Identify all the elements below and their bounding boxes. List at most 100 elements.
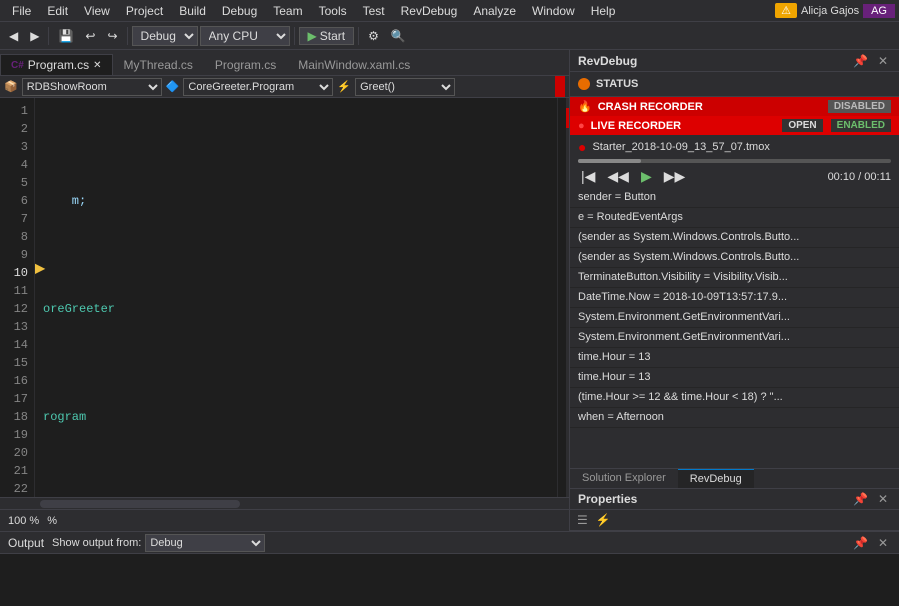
- menu-debug[interactable]: Debug: [214, 2, 265, 20]
- menu-view[interactable]: View: [76, 2, 118, 20]
- panel-actions: 📌 ✕: [850, 53, 891, 69]
- step-back-button[interactable]: ◀◀: [604, 167, 632, 186]
- code-area[interactable]: ▶ m; oreGreeter rogram otice, that varia…: [35, 98, 557, 497]
- properties-title: Properties: [578, 492, 637, 506]
- var-item-9: time.Hour = 13: [570, 368, 899, 388]
- user-avatar[interactable]: AG: [863, 4, 895, 18]
- ln-22: 22: [0, 480, 28, 497]
- tab-mythread-cs[interactable]: MyThread.cs: [113, 54, 204, 75]
- variables-list[interactable]: sender = Button e = RoutedEventArgs (sen…: [570, 188, 899, 468]
- editor-hscrollbar[interactable]: [0, 497, 569, 509]
- save-button[interactable]: 💾: [53, 26, 78, 46]
- class-icon: 📦: [4, 80, 18, 93]
- toolbar: ◀ ▶ 💾 ↩ ↪ Debug Any CPU ▶ Start ⚙ 🔍: [0, 22, 899, 50]
- play-button[interactable]: ▶: [638, 167, 655, 186]
- debug-config-dropdown[interactable]: Debug: [132, 26, 198, 46]
- sep3: [294, 27, 295, 45]
- recorder-file-row: ● Starter_2018-10-09_13_57_07.tmox: [570, 135, 899, 159]
- scroll-indicator: [555, 76, 565, 97]
- method-icon: ⚡: [337, 80, 351, 93]
- live-open-badge[interactable]: OPEN: [782, 119, 822, 132]
- ln-14: 14: [0, 336, 28, 354]
- output-show-from: Show output from: Debug: [52, 534, 265, 552]
- ln-2: 2: [0, 120, 28, 138]
- tab-program-cs-2[interactable]: Program.cs: [204, 54, 287, 75]
- menu-file[interactable]: File: [4, 2, 39, 20]
- menu-revdebug[interactable]: RevDebug: [393, 2, 466, 20]
- code-line-4: [43, 354, 557, 372]
- props-btn-1[interactable]: ☰: [574, 512, 591, 528]
- sep4: [358, 27, 359, 45]
- live-recorder-row: ● LIVE RECORDER OPEN ENABLED: [570, 116, 899, 135]
- panel-close-button[interactable]: ✕: [875, 53, 891, 69]
- menu-test[interactable]: Test: [355, 2, 393, 20]
- editor-statusbar: 100 % %: [0, 509, 569, 531]
- editor-scroll[interactable]: 1 2 3 4 5 6 7 8 9 10 11 12 13 14 15 16 1: [0, 98, 569, 497]
- var-item-3: (sender as System.Windows.Controls.Butto…: [570, 248, 899, 268]
- output-content: [0, 554, 899, 606]
- live-text: LIVE RECORDER: [591, 120, 681, 132]
- start-label: Start: [320, 29, 345, 43]
- method-dropdown[interactable]: Greet(): [355, 78, 455, 96]
- toolbar-btn-misc1[interactable]: ⚙: [363, 26, 384, 46]
- step-forward-button[interactable]: ▶▶: [661, 167, 689, 186]
- show-from-label: Show output from:: [52, 537, 141, 549]
- properties-pin-button[interactable]: 📌: [850, 491, 871, 507]
- ln-17: 17: [0, 390, 28, 408]
- revdebug-panel-header: RevDebug 📌 ✕: [570, 50, 899, 72]
- solution-explorer-tab[interactable]: Solution Explorer: [570, 469, 678, 488]
- live-badges: OPEN ENABLED: [782, 119, 891, 132]
- menu-tools[interactable]: Tools: [311, 2, 355, 20]
- show-from-select[interactable]: Debug: [145, 534, 265, 552]
- status-label: STATUS: [596, 78, 638, 90]
- tab-mainwindow-xaml[interactable]: MainWindow.xaml.cs: [287, 54, 421, 75]
- output-pin-button[interactable]: 📌: [850, 535, 871, 551]
- start-button[interactable]: ▶ Start: [299, 27, 355, 45]
- ln-15: 15: [0, 354, 28, 372]
- menu-window[interactable]: Window: [524, 2, 583, 20]
- live-icon: ●: [578, 120, 585, 132]
- user-name: Alicja Gajos: [801, 5, 859, 17]
- tab-close-program-cs-1[interactable]: ✕: [93, 60, 101, 71]
- live-recorder-label: ● LIVE RECORDER: [578, 120, 681, 132]
- menu-edit[interactable]: Edit: [39, 2, 76, 20]
- tab-label-mythread-cs: MyThread.cs: [124, 58, 193, 72]
- menu-analyze[interactable]: Analyze: [465, 2, 524, 20]
- editor-content: 1 2 3 4 5 6 7 8 9 10 11 12 13 14 15 16 1: [0, 98, 569, 497]
- tab-program-cs-1[interactable]: C# Program.cs ✕: [0, 54, 113, 75]
- tab-icon-cs: C#: [11, 60, 24, 71]
- time-current: 00:10: [828, 171, 856, 183]
- redo-button[interactable]: ↪: [102, 26, 122, 46]
- menu-team[interactable]: Team: [265, 2, 310, 20]
- var-item-2: (sender as System.Windows.Controls.Butto…: [570, 228, 899, 248]
- class-dropdown[interactable]: RDBShowRoom: [22, 78, 162, 96]
- output-close-button[interactable]: ✕: [875, 535, 891, 551]
- props-btn-2[interactable]: ⚡: [593, 512, 614, 528]
- editor-nav-bar: 📦 RDBShowRoom 🔷 CoreGreeter.Program ⚡ Gr…: [0, 76, 569, 98]
- skip-back-button[interactable]: |◀: [578, 167, 598, 186]
- menu-build[interactable]: Build: [171, 2, 214, 20]
- code-line-3: oreGreeter: [43, 300, 557, 318]
- ln-9: 9: [0, 246, 28, 264]
- back-button[interactable]: ◀: [4, 26, 23, 46]
- live-status-badge: ENABLED: [831, 119, 891, 132]
- editor-mini-scrollbar[interactable]: [557, 98, 569, 497]
- menu-help[interactable]: Help: [583, 2, 624, 20]
- ln-21: 21: [0, 462, 28, 480]
- undo-button[interactable]: ↩: [80, 26, 100, 46]
- output-header: Output Show output from: Debug 📌 ✕: [0, 532, 899, 554]
- menu-project[interactable]: Project: [118, 2, 171, 20]
- tab-label-mainwindow-xaml: MainWindow.xaml.cs: [298, 58, 410, 72]
- forward-button[interactable]: ▶: [25, 26, 44, 46]
- menu-bar: File Edit View Project Build Debug Team …: [0, 0, 899, 22]
- toolbar-btn-misc2[interactable]: 🔍: [386, 26, 411, 46]
- revdebug-bottom-tab[interactable]: RevDebug: [678, 469, 754, 488]
- cpu-dropdown[interactable]: Any CPU: [200, 26, 290, 46]
- code-line-6: [43, 462, 557, 480]
- properties-close-button[interactable]: ✕: [875, 491, 891, 507]
- var-item-0: sender = Button: [570, 188, 899, 208]
- panel-pin-button[interactable]: 📌: [850, 53, 871, 69]
- namespace-dropdown[interactable]: CoreGreeter.Program: [183, 78, 333, 96]
- properties-actions: 📌 ✕: [850, 491, 891, 507]
- ln-20: 20: [0, 444, 28, 462]
